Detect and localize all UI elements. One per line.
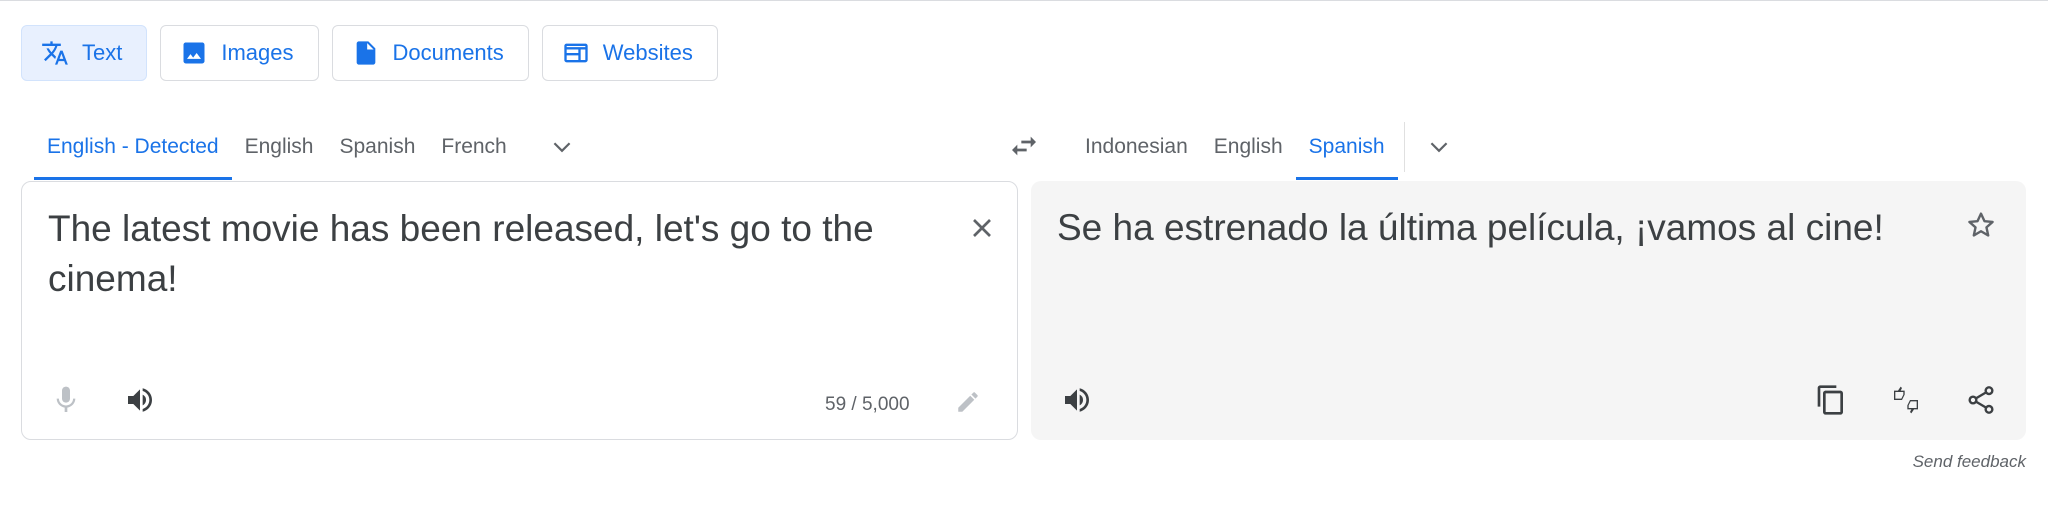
mode-documents-button[interactable]: Documents	[331, 25, 529, 81]
close-icon	[973, 219, 991, 237]
document-icon	[351, 38, 381, 68]
mode-text-button[interactable]: Text	[21, 25, 148, 81]
chevron-down-icon	[1430, 142, 1447, 153]
copy-translation-button[interactable]	[1809, 378, 1853, 422]
image-icon	[179, 38, 209, 68]
speaker-icon	[1065, 388, 1089, 412]
character-counter: 59 / 5,000	[825, 394, 910, 415]
save-translation-button[interactable]	[1959, 203, 2003, 247]
mode-selector: Text Images Documents Websites	[21, 25, 718, 81]
target-lang-english[interactable]: English	[1201, 114, 1296, 180]
share-translation-button[interactable]	[1959, 378, 2003, 422]
edit-button[interactable]	[946, 380, 990, 424]
chevron-down-icon	[553, 142, 571, 153]
clear-text-button[interactable]	[960, 206, 1004, 250]
source-lang-spanish[interactable]: Spanish	[326, 114, 428, 180]
source-lang-french[interactable]: French	[428, 114, 519, 180]
translation-panel: Se ha estrenado la última película, ¡vam…	[1031, 181, 2026, 440]
send-feedback-link[interactable]: Send feedback	[1913, 452, 2026, 472]
mode-documents-label: Documents	[392, 40, 504, 65]
translate-icon	[40, 38, 70, 68]
mode-images-label: Images	[221, 40, 294, 65]
share-icon	[1968, 386, 1994, 414]
star-icon	[1968, 212, 1994, 237]
listen-translation-button[interactable]	[1055, 378, 1099, 422]
speaker-icon	[128, 388, 152, 412]
target-lang-spanish[interactable]: Spanish	[1295, 114, 1398, 180]
target-language-bar: Indonesian English Spanish	[1072, 114, 1469, 180]
mode-images-button[interactable]: Images	[160, 25, 319, 81]
source-language-bar: English - Detected English Spanish Frenc…	[34, 114, 592, 180]
source-lang-more-button[interactable]	[532, 114, 592, 180]
swap-icon	[1012, 136, 1036, 156]
microphone-icon	[56, 386, 76, 412]
mode-text-label: Text	[82, 40, 123, 65]
copy-icon	[1817, 385, 1843, 415]
pencil-icon	[958, 392, 978, 412]
website-icon	[561, 38, 591, 68]
mode-websites-button[interactable]: Websites	[541, 25, 718, 81]
mode-websites-label: Websites	[602, 40, 693, 65]
rate-translation-button[interactable]	[1884, 378, 1928, 422]
microphone-button[interactable]	[44, 378, 88, 422]
source-lang-english[interactable]: English	[232, 114, 327, 180]
swap-languages-button[interactable]	[1002, 124, 1046, 168]
source-lang-detected[interactable]: English - Detected	[34, 114, 232, 180]
thumbs-up-down-icon	[1894, 386, 1918, 414]
target-lang-indonesian[interactable]: Indonesian	[1072, 114, 1201, 180]
lang-divider	[1403, 122, 1405, 172]
target-lang-more-button[interactable]	[1409, 114, 1469, 180]
translation-text: Se ha estrenado la última película, ¡vam…	[1057, 207, 1884, 248]
source-textarea[interactable]: The latest movie has been released, let'…	[48, 204, 928, 304]
source-text-panel: The latest movie has been released, let'…	[21, 181, 1018, 440]
listen-source-button[interactable]	[118, 378, 162, 422]
top-divider	[0, 0, 2048, 1]
